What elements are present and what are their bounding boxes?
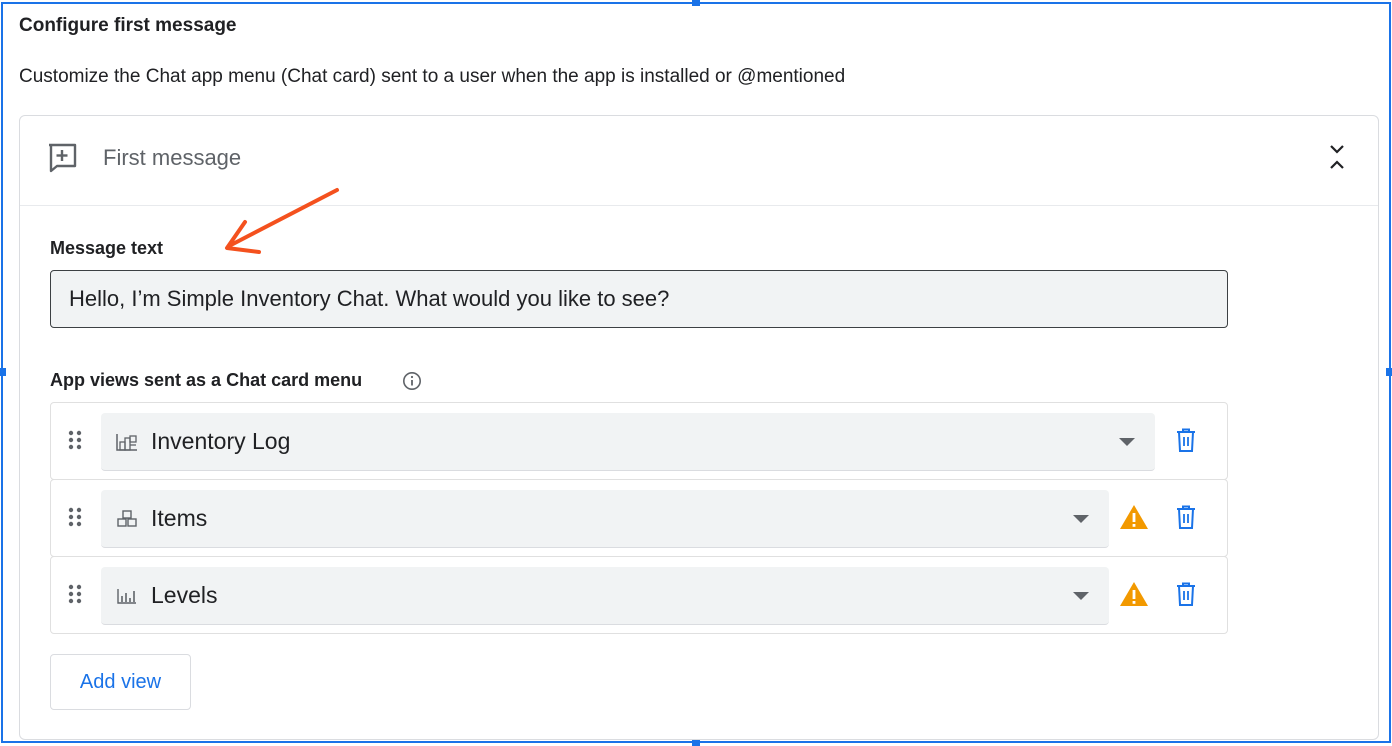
section-description: Customize the Chat app menu (Chat card) … <box>19 66 846 87</box>
view-select[interactable]: Inventory Log <box>101 413 1155 471</box>
message-text-label: Message text <box>50 238 164 258</box>
drag-handle-icon[interactable] <box>67 583 83 605</box>
view-row: Inventory Log <box>50 402 1228 480</box>
add-view-button[interactable]: Add view <box>50 654 191 710</box>
chevron-down-icon <box>1119 438 1135 446</box>
message-text-input[interactable] <box>50 270 1228 328</box>
section-title: Configure first message <box>19 15 237 36</box>
drag-handle-icon[interactable] <box>67 429 83 451</box>
view-select-value: Levels <box>151 582 218 608</box>
resize-handle-bottom[interactable] <box>692 740 700 746</box>
view-row: Items <box>50 479 1228 557</box>
bar-chart-icon <box>117 589 136 604</box>
resize-handle-right[interactable] <box>1386 368 1392 376</box>
view-select-value: Inventory Log <box>151 428 291 454</box>
delete-icon[interactable] <box>1175 504 1197 530</box>
chevron-down-icon <box>1073 515 1089 523</box>
annotation-arrow-icon <box>225 188 339 254</box>
table-view-icon <box>116 434 137 451</box>
chevron-down-icon <box>1073 592 1089 600</box>
drag-handle-icon[interactable] <box>67 506 83 528</box>
view-select-value: Items <box>151 505 208 531</box>
view-row: Levels <box>50 556 1228 634</box>
view-select[interactable]: Levels <box>101 567 1109 625</box>
boxes-icon <box>117 510 137 527</box>
resize-handle-left[interactable] <box>0 368 6 376</box>
card-title: First message <box>103 145 242 170</box>
warning-icon[interactable] <box>1118 580 1150 608</box>
delete-icon[interactable] <box>1175 427 1197 453</box>
view-list: Inventory Log Items Levels <box>50 402 1228 634</box>
warning-icon[interactable] <box>1118 503 1150 531</box>
collapse-icon[interactable] <box>1322 142 1352 172</box>
resize-handle-top[interactable] <box>692 0 700 6</box>
add-comment-icon <box>49 143 77 173</box>
view-select[interactable]: Items <box>101 490 1109 548</box>
views-label: App views sent as a Chat card menu <box>50 370 363 390</box>
delete-icon[interactable] <box>1175 581 1197 607</box>
info-icon[interactable] <box>402 371 422 391</box>
